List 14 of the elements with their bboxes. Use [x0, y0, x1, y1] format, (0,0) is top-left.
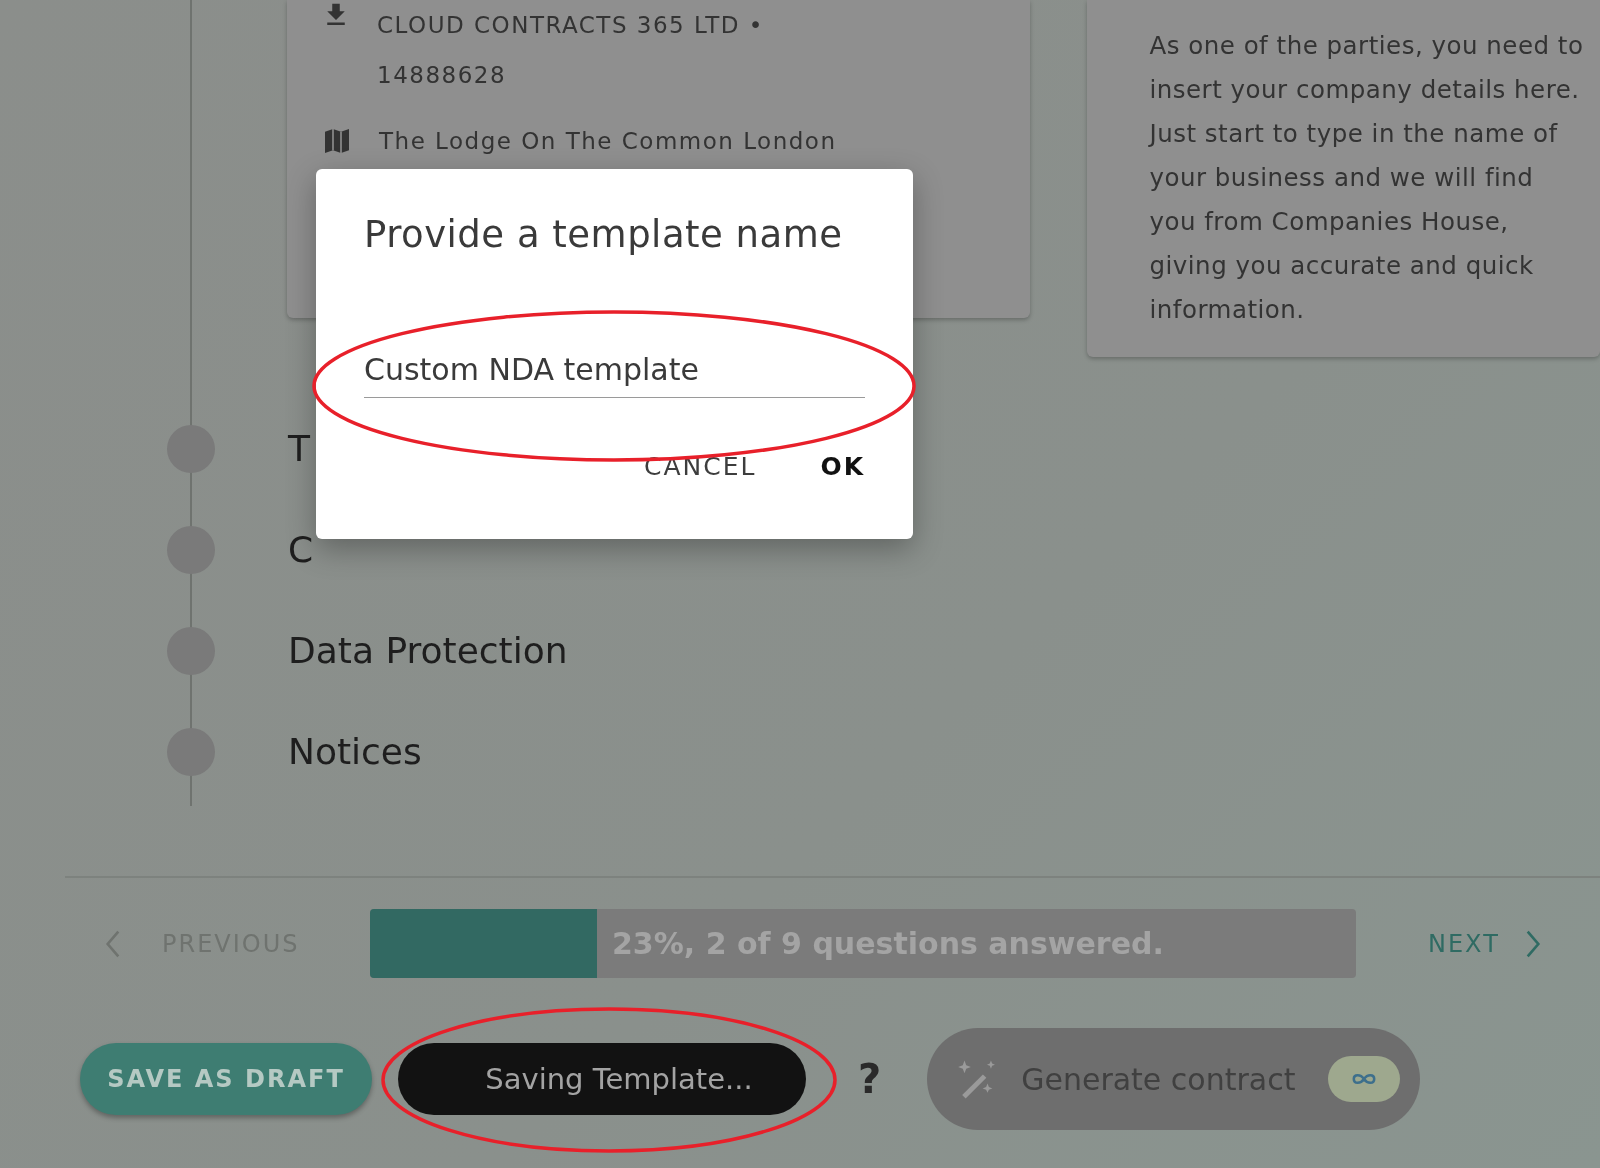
company-address: The Lodge On The Common London: [379, 127, 838, 156]
step-label[interactable]: Data Protection: [288, 630, 568, 671]
chevron-left-icon: [104, 928, 122, 959]
template-name-field[interactable]: Custom NDA template: [364, 352, 865, 398]
step-label[interactable]: Notices: [288, 731, 422, 772]
saving-template-button[interactable]: Saving Template...: [398, 1043, 806, 1115]
help-text: As one of the parties, you need to insert your company details here. Just start to type in the name of your business and we will find you from Companies House, giving you accurate and quick information.: [1149, 30, 1585, 326]
help-link[interactable]: ?: [858, 1056, 882, 1102]
step-label[interactable]: T: [288, 428, 310, 469]
company-name: CLOUD CONTRACTS 365 LTD • 14888628: [377, 11, 765, 90]
ok-button[interactable]: OK: [808, 446, 877, 487]
save-draft-button[interactable]: SAVE AS DRAFT: [80, 1043, 372, 1115]
step-label[interactable]: C: [288, 529, 314, 570]
dialog-title: Provide a template name: [364, 213, 844, 256]
